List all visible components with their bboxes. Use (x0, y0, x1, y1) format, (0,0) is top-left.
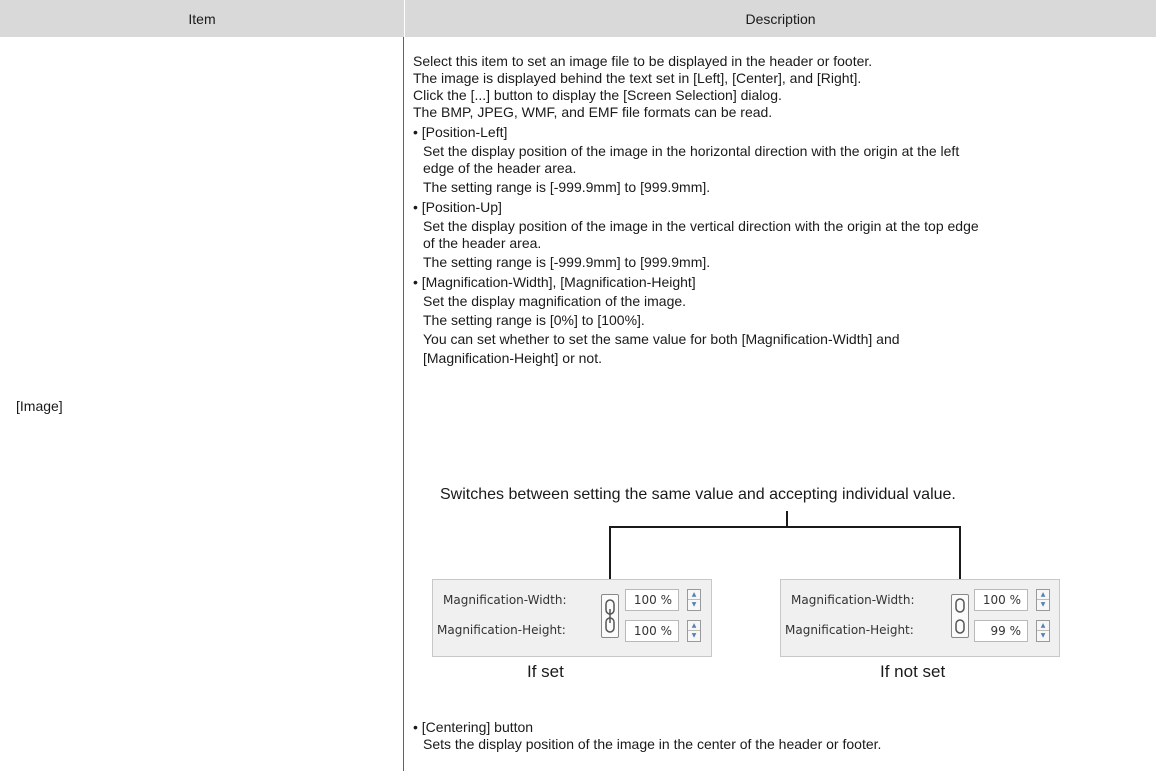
figure-caption: Switches between setting the same value … (440, 486, 956, 503)
spin-up-icon[interactable]: ▲ (1038, 621, 1048, 630)
caption-if-not-set: If not set (880, 662, 946, 681)
width-spinner[interactable]: ▲ ▼ (1036, 589, 1050, 611)
spin-down-icon[interactable]: ▼ (1038, 600, 1048, 609)
connector-stem (786, 511, 788, 527)
position-left-line-2: edge of the header area. (423, 160, 577, 176)
width-value-field[interactable]: 100 % (974, 589, 1028, 611)
position-up-line-2: of the header area. (423, 235, 542, 251)
height-value-field[interactable]: 99 % (974, 620, 1028, 642)
column-divider (403, 37, 404, 771)
centering-title: • [Centering] button (413, 719, 534, 735)
intro-line-3: Click the [...] button to display the [S… (413, 87, 782, 103)
intro-line-4: The BMP, JPEG, WMF, and EMF file formats… (413, 104, 773, 120)
chain-link-broken-icon[interactable] (951, 594, 969, 638)
position-left-range: The setting range is [-999.9mm] to [999.… (423, 179, 711, 195)
width-label: Magnification-Width: (791, 593, 915, 607)
magnification-line-1: Set the display magnification of the ima… (423, 293, 687, 309)
height-label: Magnification-Height: (437, 623, 566, 637)
magnification-panel-notset: Magnification-Width: Magnification-Heigh… (780, 579, 1060, 657)
caption-if-set: If set (527, 662, 564, 681)
width-label: Magnification-Width: (443, 593, 567, 607)
description-cell: Select this item to set an image file to… (413, 53, 1148, 367)
centering-section: • [Centering] button Sets the display po… (413, 719, 1148, 753)
connector-bar (609, 526, 961, 528)
magnification-title: • [Magnification-Width], [Magnification-… (413, 274, 696, 290)
table-header-row: Item Description (0, 0, 1156, 37)
spin-down-icon[interactable]: ▼ (1038, 631, 1048, 640)
intro-line-1: Select this item to set an image file to… (413, 53, 873, 69)
height-spinner[interactable]: ▲ ▼ (1036, 620, 1050, 642)
header-item: Item (188, 10, 216, 27)
height-label: Magnification-Height: (785, 623, 914, 637)
centering-line-1: Sets the display position of the image i… (423, 736, 882, 752)
magnification-line-3: You can set whether to set the same valu… (423, 331, 900, 347)
item-image-label: [Image] (16, 398, 63, 414)
magnification-panel-set: Magnification-Width: Magnification-Heigh… (432, 579, 712, 657)
spin-up-icon[interactable]: ▲ (1038, 590, 1048, 599)
position-up-title: • [Position-Up] (413, 199, 502, 215)
header-description: Description (745, 10, 816, 27)
magnification-range: The setting range is [0%] to [100%]. (423, 312, 645, 328)
intro-line-2: The image is displayed behind the text s… (413, 70, 862, 86)
magnification-line-4: [Magnification-Height] or not. (423, 350, 602, 366)
position-up-range: The setting range is [-999.9mm] to [999.… (423, 254, 711, 270)
position-up-line-1: Set the display position of the image in… (423, 218, 979, 234)
spin-down-icon[interactable]: ▼ (689, 600, 699, 609)
spin-up-icon[interactable]: ▲ (689, 590, 699, 599)
height-spinner[interactable]: ▲ ▼ (687, 620, 701, 642)
spin-up-icon[interactable]: ▲ (689, 621, 699, 630)
width-spinner[interactable]: ▲ ▼ (687, 589, 701, 611)
chain-link-icon[interactable] (601, 594, 619, 638)
width-value-field[interactable]: 100 % (625, 589, 679, 611)
spin-down-icon[interactable]: ▼ (689, 631, 699, 640)
height-value-field[interactable]: 100 % (625, 620, 679, 642)
position-left-title: • [Position-Left] (413, 124, 508, 140)
position-left-line-1: Set the display position of the image in… (423, 143, 960, 159)
